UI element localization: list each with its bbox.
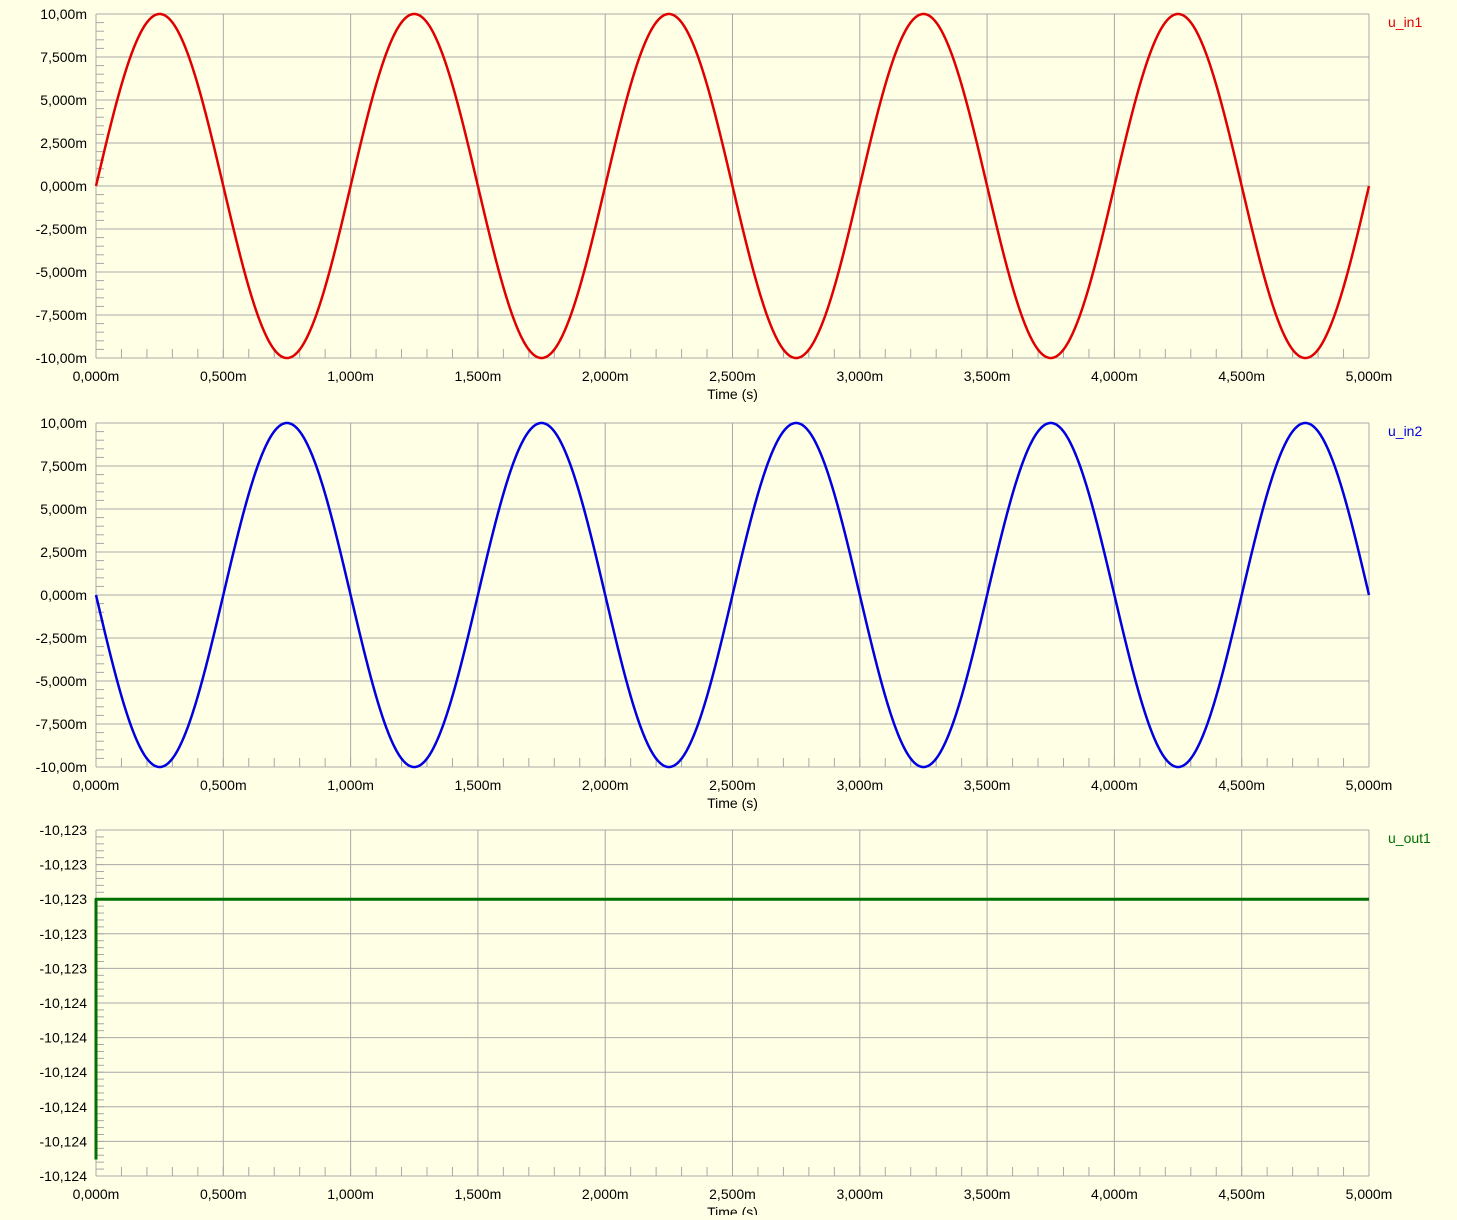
x-tick-label: 4,000m bbox=[1091, 368, 1138, 384]
y-tick-label: -10,00m bbox=[36, 350, 87, 366]
x-tick-label: 0,500m bbox=[200, 777, 247, 793]
x-tick-label: 3,000m bbox=[836, 777, 883, 793]
x-tick-label: 4,500m bbox=[1218, 368, 1265, 384]
x-tick-label: 1,000m bbox=[327, 368, 374, 384]
plot-panel-3: -10,123 -10,123 -10,123 -10,123 -10,123 -10,1… bbox=[40, 822, 1432, 1220]
x-tick-label: 4,000m bbox=[1091, 777, 1138, 793]
x-tick-label: 1,500m bbox=[455, 1186, 502, 1202]
x-tick-label: 5,000m bbox=[1346, 777, 1393, 793]
y-tick-label: -5,000m bbox=[36, 264, 87, 280]
y-tick-label: 2,500m bbox=[40, 544, 87, 560]
x-tick-label: 2,000m bbox=[582, 1186, 629, 1202]
y-tick-label: 0,000m bbox=[40, 587, 87, 603]
x-tick-label: 1,000m bbox=[327, 1186, 374, 1202]
x-tick-label: 2,500m bbox=[709, 368, 756, 384]
oscilloscope-view: 10,00m 7,500m 5,000m 2,500m 0,000m -2,500m -5,… bbox=[0, 0, 1457, 1220]
y-tick-label: -5,000m bbox=[36, 673, 87, 689]
y-tick-label: -10,123 bbox=[40, 891, 88, 907]
y-tick-label: -10,123 bbox=[40, 926, 88, 942]
y-tick-label: 7,500m bbox=[40, 458, 87, 474]
legend-u_in1: u_in1 bbox=[1388, 14, 1422, 30]
y-tick-label: 10,00m bbox=[40, 415, 87, 431]
y-tick-label: -10,124 bbox=[40, 1064, 88, 1080]
x-tick-label: 3,500m bbox=[964, 777, 1011, 793]
x-tick-label: 0,000m bbox=[73, 1186, 120, 1202]
x-tick-label: 2,000m bbox=[582, 368, 629, 384]
y-tick-label: 5,000m bbox=[40, 92, 87, 108]
x-tick-label: 4,500m bbox=[1218, 1186, 1265, 1202]
x-tick-label: 3,000m bbox=[836, 1186, 883, 1202]
legend-u_out1: u_out1 bbox=[1388, 830, 1431, 846]
x-tick-label: 3,000m bbox=[836, 368, 883, 384]
y-tick-label: -10,123 bbox=[40, 822, 88, 838]
y-tick-label: 5,000m bbox=[40, 501, 87, 517]
x-tick-label: 2,500m bbox=[709, 1186, 756, 1202]
y-tick-label: 0,000m bbox=[40, 178, 87, 194]
y-tick-label: -10,123 bbox=[40, 857, 88, 873]
x-tick-label: 0,000m bbox=[73, 777, 120, 793]
x-tick-label: 2,500m bbox=[709, 777, 756, 793]
plot-panel-1: 10,00m 7,500m 5,000m 2,500m 0,000m -2,500m -5,… bbox=[36, 6, 1423, 402]
plots-canvas: 10,00m 7,500m 5,000m 2,500m 0,000m -2,500m -5,… bbox=[36, 6, 1432, 1220]
y-tick-label: -7,500m bbox=[36, 307, 87, 323]
x-tick-label: 2,000m bbox=[582, 777, 629, 793]
y-tick-label: 7,500m bbox=[40, 49, 87, 65]
y-tick-label: -7,500m bbox=[36, 716, 87, 732]
x-tick-label: 3,500m bbox=[964, 1186, 1011, 1202]
x-tick-label: 1,500m bbox=[455, 368, 502, 384]
x-tick-label: 5,000m bbox=[1346, 368, 1393, 384]
x-tick-label: 0,000m bbox=[73, 368, 120, 384]
y-tick-label: 2,500m bbox=[40, 135, 87, 151]
x-axis-label: Time (s) bbox=[707, 386, 758, 402]
y-tick-label: -2,500m bbox=[36, 630, 87, 646]
y-tick-label: -10,00m bbox=[36, 759, 87, 775]
y-tick-label: -10,124 bbox=[40, 1133, 88, 1149]
x-tick-label: 3,500m bbox=[964, 368, 1011, 384]
x-axis-label: Time (s) bbox=[707, 795, 758, 811]
x-tick-label: 5,000m bbox=[1346, 1186, 1393, 1202]
plot-panel-2: 10,00m 7,500m 5,000m 2,500m 0,000m -2,500m -5,… bbox=[36, 415, 1423, 811]
y-tick-label: -10,124 bbox=[40, 995, 88, 1011]
x-tick-label: 4,000m bbox=[1091, 1186, 1138, 1202]
x-tick-label: 1,500m bbox=[455, 777, 502, 793]
x-axis-label: Time (s) bbox=[707, 1204, 758, 1215]
y-tick-label: -10,123 bbox=[40, 960, 88, 976]
legend-u_in2: u_in2 bbox=[1388, 423, 1422, 439]
y-tick-label: -2,500m bbox=[36, 221, 87, 237]
y-tick-label: 10,00m bbox=[40, 6, 87, 22]
x-tick-label: 0,500m bbox=[200, 368, 247, 384]
y-tick-label: -10,124 bbox=[40, 1030, 88, 1046]
x-tick-label: 1,000m bbox=[327, 777, 374, 793]
x-tick-label: 4,500m bbox=[1218, 777, 1265, 793]
y-tick-label: -10,124 bbox=[40, 1099, 88, 1115]
x-tick-label: 0,500m bbox=[200, 1186, 247, 1202]
y-tick-label: -10,124 bbox=[40, 1168, 88, 1184]
